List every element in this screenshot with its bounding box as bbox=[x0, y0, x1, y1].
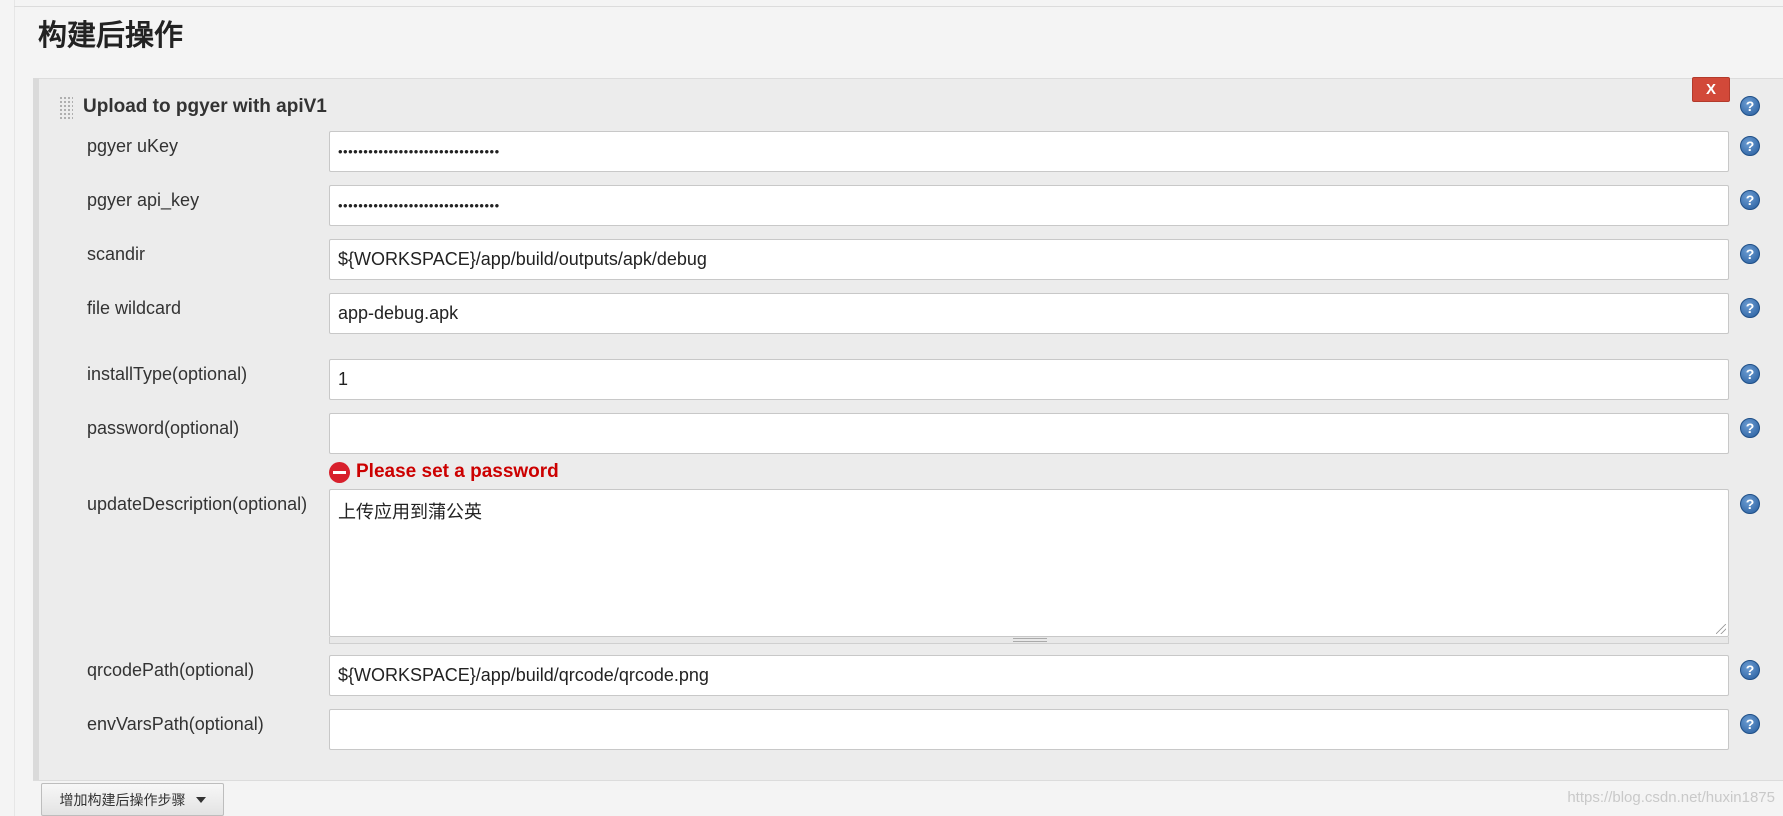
scandir-input[interactable]: ${WORKSPACE}/app/build/outputs/apk/debug bbox=[329, 239, 1729, 280]
file-wildcard-label: file wildcard bbox=[87, 298, 182, 318]
delete-step-button[interactable]: X bbox=[1692, 77, 1730, 102]
help-icon[interactable]: ? bbox=[1740, 364, 1760, 384]
help-icon[interactable]: ? bbox=[1740, 660, 1760, 680]
panel-stripe bbox=[33, 78, 39, 780]
env-vars-path-label: envVarsPath(optional) bbox=[87, 714, 264, 734]
qrcode-path-label: qrcodePath(optional) bbox=[87, 660, 255, 680]
qrcode-path-input[interactable]: ${WORKSPACE}/app/build/qrcode/qrcode.png bbox=[329, 655, 1729, 696]
drag-handle-icon[interactable] bbox=[59, 96, 73, 120]
left-rule bbox=[14, 0, 15, 816]
update-description-textarea[interactable]: 上传应用到蒲公英 bbox=[329, 489, 1729, 637]
password-error-text: Please set a password bbox=[356, 461, 559, 482]
add-post-build-step-button[interactable]: 增加构建后操作步骤 bbox=[41, 783, 224, 816]
ukey-input[interactable]: •••••••••••••••••••••••••••••••• bbox=[329, 131, 1729, 172]
watermark: https://blog.csdn.net/huxin1875 bbox=[1567, 789, 1775, 806]
help-icon[interactable]: ? bbox=[1740, 136, 1760, 156]
install-type-input[interactable]: 1 bbox=[329, 359, 1729, 400]
update-description-label: updateDescription(optional) bbox=[87, 494, 308, 514]
section-title: 构建后操作 bbox=[38, 18, 184, 52]
install-type-label: installType(optional) bbox=[87, 364, 248, 384]
help-icon[interactable]: ? bbox=[1740, 244, 1760, 264]
help-icon[interactable]: ? bbox=[1740, 96, 1760, 116]
bottom-band bbox=[33, 780, 1783, 816]
step-title: Upload to pgyer with apiV1 bbox=[83, 96, 327, 117]
api-key-input[interactable]: •••••••••••••••••••••••••••••••• bbox=[329, 185, 1729, 226]
api-key-label: pgyer api_key bbox=[87, 190, 200, 210]
error-icon bbox=[329, 461, 350, 483]
file-wildcard-input[interactable]: app-debug.apk bbox=[329, 293, 1729, 334]
help-icon[interactable]: ? bbox=[1740, 190, 1760, 210]
update-description-text: 上传应用到蒲公英 bbox=[338, 502, 482, 523]
password-label: password(optional) bbox=[87, 418, 240, 438]
help-icon[interactable]: ? bbox=[1740, 298, 1760, 318]
grip-knob-icon bbox=[1013, 638, 1047, 642]
help-icon[interactable]: ? bbox=[1740, 418, 1760, 438]
help-icon[interactable]: ? bbox=[1740, 494, 1760, 514]
resize-corner-icon[interactable] bbox=[1716, 624, 1726, 634]
password-input[interactable] bbox=[329, 413, 1729, 454]
top-divider bbox=[14, 6, 1783, 7]
env-vars-path-input[interactable] bbox=[329, 709, 1729, 750]
textarea-resize-grip[interactable] bbox=[329, 637, 1729, 644]
post-build-actions-page: 构建后操作 Upload to pgyer with apiV1 X ? pgy… bbox=[0, 0, 1783, 816]
help-icon[interactable]: ? bbox=[1740, 714, 1760, 734]
ukey-label: pgyer uKey bbox=[87, 136, 179, 156]
add-step-label: 增加构建后操作步骤 bbox=[59, 792, 186, 809]
scandir-label: scandir bbox=[87, 244, 146, 264]
caret-down-icon bbox=[195, 796, 206, 803]
password-error: Please set a password bbox=[329, 461, 559, 483]
